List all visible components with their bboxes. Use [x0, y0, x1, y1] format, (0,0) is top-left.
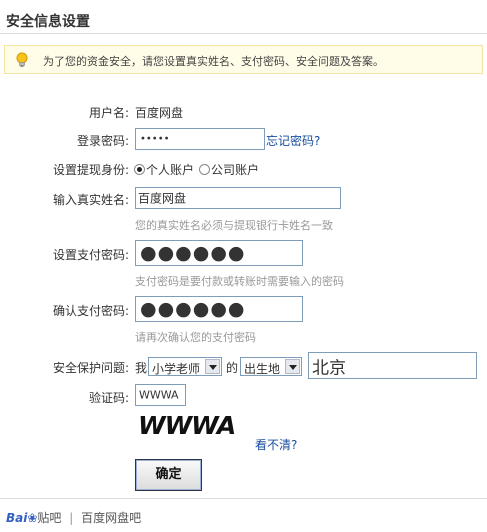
username-label: 用户名:: [88, 106, 129, 120]
question-subject-value: 小学老师: [152, 362, 201, 376]
confirm-paypw-label: 确认支付密码:: [52, 304, 129, 318]
radio-unchecked-icon[interactable]: [199, 164, 210, 175]
paypw-input[interactable]: ●●●●●●: [135, 240, 303, 266]
question-subject-select[interactable]: 小学老师: [148, 357, 222, 376]
captcha-refresh-link[interactable]: 看不清?: [255, 436, 297, 453]
question-answer-value: 北京: [312, 358, 346, 378]
login-password-input[interactable]: •••••: [135, 128, 265, 150]
dropdown-arrow-icon[interactable]: [285, 359, 300, 374]
dropdown-arrow-icon[interactable]: [205, 359, 220, 374]
question-answer-input[interactable]: 北京: [308, 352, 477, 379]
identity-company-label: 公司账户: [211, 163, 260, 177]
identity-label: 设置提现身份:: [52, 163, 129, 177]
paypw-hint: 支付密码是要付款或转账时需要输入的密码: [135, 275, 344, 288]
login-password-label: 登录密码:: [76, 134, 129, 148]
footer-divider: |: [69, 511, 74, 525]
footer: Bai❀贴吧 | 百度网盘吧: [0, 498, 487, 532]
lightbulb-icon: [16, 52, 28, 67]
tieba-text: 贴吧: [37, 511, 62, 525]
identity-personal-label: 个人账户: [146, 163, 195, 177]
captcha-image[interactable]: WWWA: [138, 411, 243, 441]
question-topic-value: 出生地: [244, 362, 281, 376]
captcha-input[interactable]: WWWA: [135, 384, 186, 406]
realname-input[interactable]: 百度网盘: [135, 187, 341, 209]
realname-hint: 您的真实姓名必须与提现银行卡姓名一致: [135, 219, 333, 232]
username-value: 百度网盘: [135, 106, 184, 120]
captcha-label: 验证码:: [88, 391, 129, 405]
realname-value: 百度网盘: [138, 191, 187, 206]
security-notice: 为了您的资金安全，请您设置真实姓名、支付密码、安全问题及答案。: [4, 45, 483, 74]
realname-label: 输入真实姓名:: [52, 193, 129, 207]
confirm-paypw-input[interactable]: ●●●●●●: [135, 296, 303, 322]
paypw-label: 设置支付密码:: [52, 248, 129, 262]
forum-name: 百度网盘吧: [81, 511, 142, 525]
identity-radio-personal[interactable]: 个人账户: [134, 161, 194, 178]
question-mid: 的: [226, 361, 239, 375]
confirm-paypw-hint: 请再次确认您的支付密码: [135, 331, 256, 344]
question-topic-select[interactable]: 出生地: [240, 357, 302, 376]
question-prefix: 我: [135, 361, 148, 375]
submit-button[interactable]: 确定: [135, 459, 202, 491]
confirm-paypw-dots: ●●●●●●: [140, 298, 246, 320]
login-password-dots: •••••: [140, 133, 170, 145]
paypw-dots: ●●●●●●: [140, 242, 246, 264]
paw-icon: ❀: [27, 511, 38, 525]
baidu-tieba-watermark: Bai❀贴吧 | 百度网盘吧: [6, 509, 141, 526]
radio-checked-icon[interactable]: [134, 164, 145, 175]
forgot-password-link[interactable]: 忘记密码?: [266, 132, 320, 149]
baidu-logo: Bai: [6, 511, 28, 525]
page-title: 安全信息设置: [0, 0, 487, 34]
captcha-input-value: WWWA: [139, 388, 179, 402]
question-label: 安全保护问题:: [52, 361, 129, 375]
identity-radio-company[interactable]: 公司账户: [199, 161, 259, 178]
notice-text: 为了您的资金安全，请您设置真实姓名、支付密码、安全问题及答案。: [43, 55, 384, 68]
